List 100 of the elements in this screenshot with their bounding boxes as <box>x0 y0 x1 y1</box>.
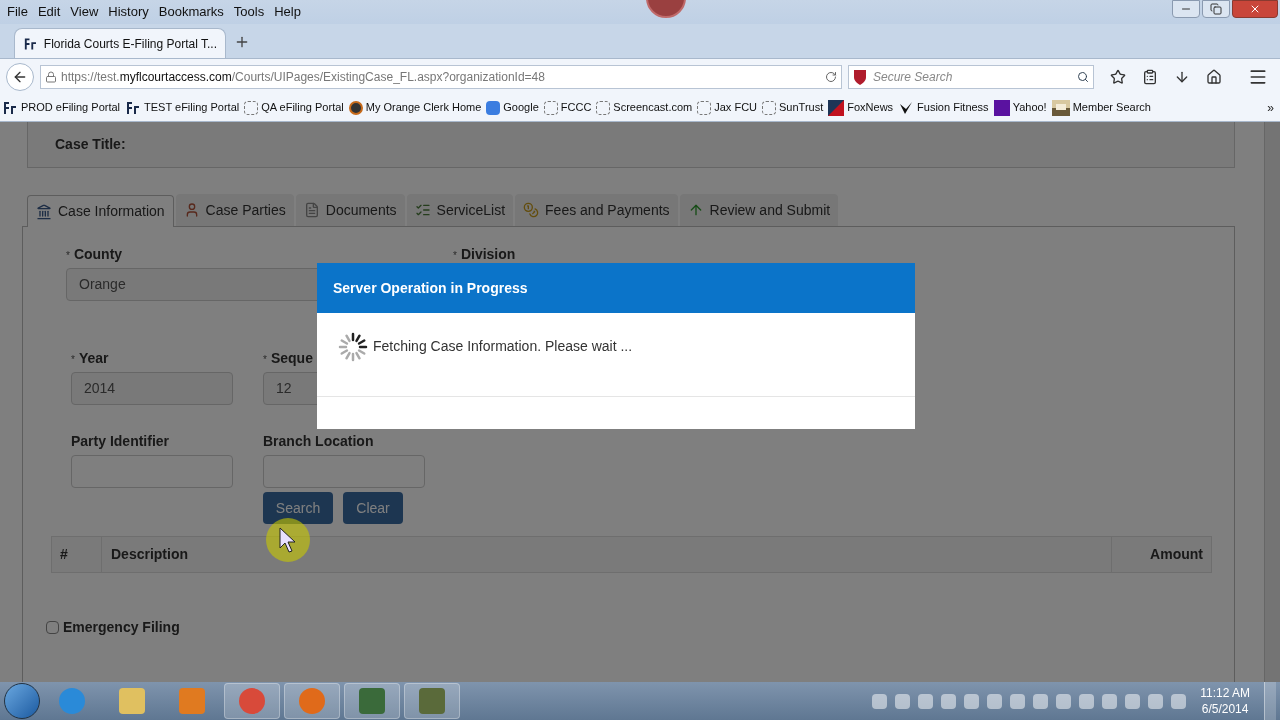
close-button[interactable] <box>1232 0 1278 18</box>
field-label: Division <box>460 245 516 264</box>
tray-icon[interactable] <box>1056 693 1072 709</box>
show-desktop-button[interactable] <box>1264 682 1276 720</box>
tray-icon[interactable] <box>1125 693 1141 709</box>
list-icon <box>414 202 431 218</box>
menu-item[interactable]: Edit <box>32 2 66 22</box>
back-button[interactable] <box>6 62 34 91</box>
tab[interactable]: ServiceList <box>406 194 514 226</box>
tab[interactable]: Case Parties <box>175 194 294 226</box>
google-icon <box>486 100 501 115</box>
yahoo-icon <box>993 99 1010 116</box>
menu-item[interactable]: Bookmarks <box>153 2 229 22</box>
bookmark-item[interactable]: Fusion Fitness <box>898 99 989 116</box>
coins-icon <box>523 202 540 218</box>
scrollbar[interactable] <box>1264 122 1280 682</box>
menu-item[interactable]: File <box>2 2 33 22</box>
required-mark: * <box>263 353 267 367</box>
lock-icon <box>45 70 57 83</box>
tab[interactable]: Documents <box>295 194 405 226</box>
bookmark-item[interactable]: Yahoo! <box>993 99 1047 116</box>
overflow-button[interactable]: » <box>1267 98 1280 117</box>
required-mark: * <box>66 249 70 263</box>
tray-icon[interactable] <box>895 693 911 709</box>
clock-date: 6/5/2014 <box>1201 701 1249 717</box>
menu-item[interactable]: Help <box>269 2 306 22</box>
tray-icon[interactable] <box>872 693 888 709</box>
logo-icon <box>23 35 38 52</box>
menu-item[interactable]: View <box>65 2 104 22</box>
field-label: County <box>73 245 123 264</box>
menu-item[interactable]: History <box>103 2 154 22</box>
flag-icon <box>828 99 845 116</box>
required-mark: * <box>453 249 457 263</box>
building-icon <box>36 203 52 220</box>
modal-message: Fetching Case Information. Please wait ... <box>373 337 633 356</box>
bookmark-item[interactable]: Member Search <box>1051 99 1151 116</box>
tray-icon[interactable] <box>1010 693 1026 709</box>
seal-icon <box>348 100 363 115</box>
address-bar[interactable]: https://test.myflcourtaccess.com/Courts/UIPages/ExistingCase_FL.aspx?organizationId=48 <box>40 64 842 89</box>
browser-tab[interactable]: Florida Courts E-Filing Portal T... <box>14 28 226 58</box>
taskbar-app[interactable] <box>404 683 460 719</box>
column-header: Description <box>110 545 189 564</box>
tray-icon[interactable] <box>964 693 980 709</box>
new-tab-icon[interactable] <box>234 34 250 50</box>
tab[interactable]: Fees and Payments <box>515 194 678 226</box>
tray-icon[interactable] <box>1148 693 1164 709</box>
tray-icon[interactable] <box>1033 693 1049 709</box>
page-icon <box>762 100 776 115</box>
party-identifier-field[interactable] <box>71 455 233 488</box>
search-field[interactable]: Secure Search <box>848 64 1094 89</box>
minimize-button[interactable] <box>1172 0 1200 18</box>
checkbox[interactable] <box>46 621 59 634</box>
close-icon <box>1249 3 1261 15</box>
bookmark-item[interactable]: QA eFiling Portal <box>244 99 344 116</box>
bookmark-item[interactable]: SunTrust <box>762 99 824 116</box>
clock-time: 11:12 AM <box>1200 685 1250 701</box>
tray-icon[interactable] <box>941 693 957 709</box>
tab[interactable]: Case Information <box>27 195 174 227</box>
logo-icon <box>2 99 18 116</box>
clipboard-icon[interactable] <box>1142 68 1158 85</box>
bookmark-item[interactable]: FCCC <box>543 99 592 116</box>
field-label: Branch Location <box>263 432 374 451</box>
reload-icon[interactable] <box>825 70 837 83</box>
page-icon <box>596 100 611 115</box>
bookmark-item[interactable]: FoxNews <box>828 99 894 116</box>
bookmark-star-icon[interactable] <box>1110 68 1126 85</box>
field-label: Party Identifier <box>71 432 170 451</box>
taskbar-app[interactable] <box>224 683 280 719</box>
field-label: Year <box>78 349 109 368</box>
restore-icon <box>1210 3 1222 15</box>
home-icon[interactable] <box>1206 68 1222 85</box>
page-icon <box>697 100 712 115</box>
page-icon <box>543 100 558 115</box>
tab[interactable]: Review and Submit <box>679 194 839 226</box>
field-label: Seque <box>270 349 313 368</box>
branch-location-field[interactable] <box>263 455 425 488</box>
bookmark-item[interactable]: My Orange Clerk Home <box>348 99 482 116</box>
taskbar-app[interactable] <box>344 683 400 719</box>
menu-item[interactable]: Tools <box>228 2 270 22</box>
bookmark-item[interactable]: Google <box>486 99 539 116</box>
start-button[interactable] <box>4 683 40 719</box>
bookmark-item[interactable]: Jax FCU <box>697 99 757 116</box>
tray-icon[interactable] <box>1102 693 1118 709</box>
restore-button[interactable] <box>1202 0 1230 18</box>
column-header: # <box>52 537 102 572</box>
logo-icon <box>125 99 142 116</box>
shield-icon <box>853 68 867 85</box>
tray-icon[interactable] <box>1171 693 1187 709</box>
bookmark-item[interactable]: TEST eFiling Portal <box>125 99 240 116</box>
checkbox-label: Emergency Filing <box>63 618 180 637</box>
taskbar-app[interactable] <box>284 683 340 719</box>
page-icon <box>244 100 259 115</box>
tray-icon[interactable] <box>987 693 1003 709</box>
bookmark-item[interactable]: PROD eFiling Portal <box>2 99 121 116</box>
cursor-icon <box>266 518 310 562</box>
tray-icon[interactable] <box>918 693 934 709</box>
search-icon <box>1077 70 1089 83</box>
bookmark-item[interactable]: Screencast.com <box>596 99 693 116</box>
tray-icon[interactable] <box>1079 693 1095 709</box>
url-text: https://test.myflcourtaccess.com/Courts/UIPages/ExistingCase_FL.aspx?organizationId=48 <box>61 68 546 86</box>
